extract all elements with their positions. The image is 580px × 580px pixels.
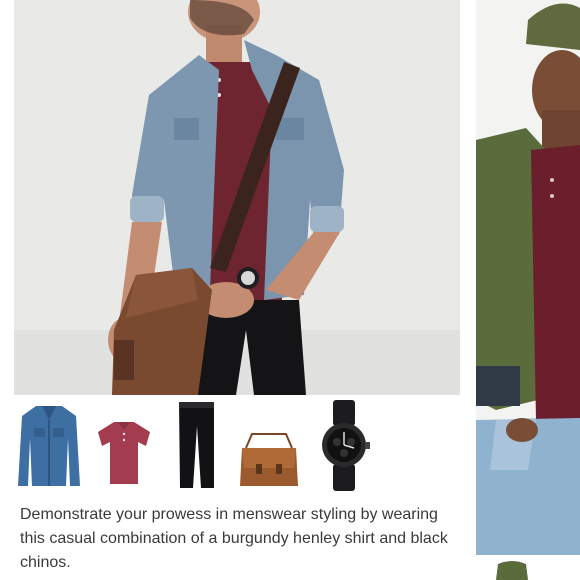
burgundy-henley-icon	[98, 422, 150, 484]
product-messenger-bag[interactable]	[234, 398, 304, 493]
model-illustration-2	[476, 0, 580, 555]
next-outfit-photo[interactable]	[476, 0, 580, 555]
black-watch-icon	[322, 400, 370, 491]
outfit-card[interactable]: Demonstrate your prowess in menswear sty…	[14, 0, 460, 580]
outfit-photo[interactable]	[14, 0, 460, 395]
product-denim-jacket[interactable]	[14, 398, 84, 493]
product-black-chinos[interactable]	[174, 398, 219, 493]
next-outfit-card[interactable]	[476, 0, 580, 580]
model-illustration	[14, 0, 460, 395]
outfit-caption: Demonstrate your prowess in menswear sty…	[20, 506, 448, 571]
olive-shirt-icon	[496, 561, 528, 580]
product-strip	[14, 398, 460, 493]
denim-jacket-icon	[18, 406, 80, 486]
brown-messenger-bag-icon	[240, 433, 298, 486]
product-burgundy-henley[interactable]	[94, 398, 154, 493]
outfit-gallery: Demonstrate your prowess in menswear sty…	[0, 0, 580, 580]
next-product-thumbnail[interactable]	[476, 558, 580, 580]
black-chinos-icon	[179, 402, 214, 488]
product-watch[interactable]	[314, 398, 374, 493]
